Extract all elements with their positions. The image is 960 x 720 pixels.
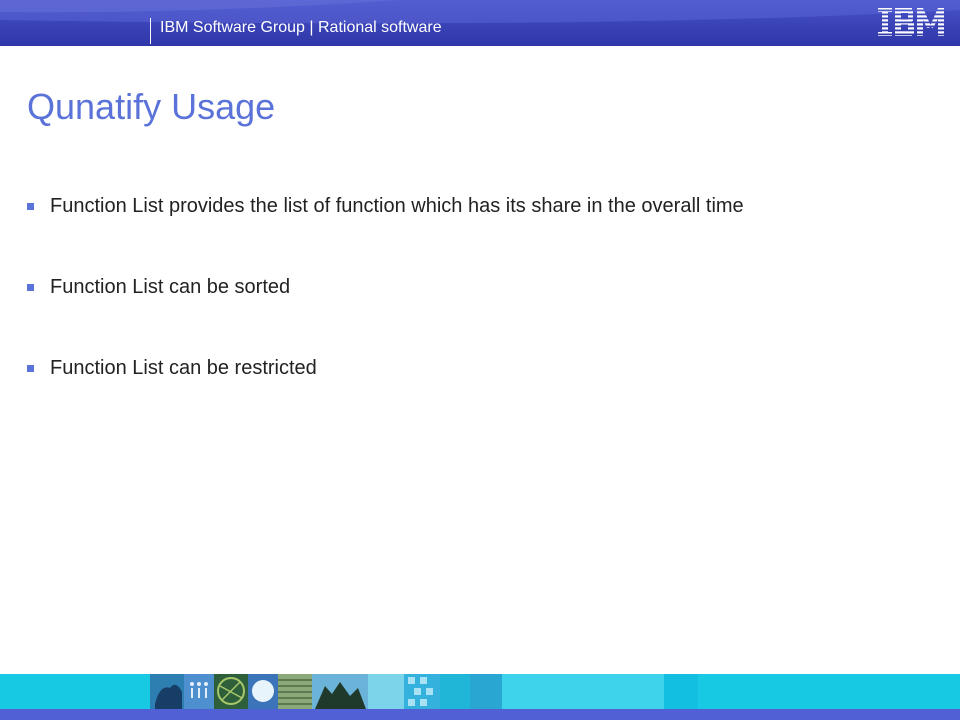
tile-icon [502,674,664,709]
ibm-logo [876,6,946,38]
tile-icon [440,674,470,709]
footer-decorative-images [150,674,698,709]
bullet-text: Function List can be sorted [50,275,291,298]
header-swoosh [0,0,960,24]
bullet-item: Function List can be sorted [27,274,290,300]
header-divider [150,18,151,44]
bullet-square-icon [27,202,34,210]
slide-title: Qunatify Usage [27,86,276,127]
bullet-item: Function List provides the list of funct… [27,193,744,219]
blank-tile-icon [368,674,404,709]
bullet-square-icon [27,364,34,372]
footer-bar [0,709,960,720]
ibm-logo-label [876,6,946,38]
header-title: IBM Software Group | Rational software [160,19,442,36]
bullet-text: Function List can be restricted [50,356,317,379]
tile-icon [470,674,502,709]
bullet-square-icon [27,283,34,291]
bullet-item: Function List can be restricted [27,355,317,381]
header-banner: IBM Software Group | Rational software [0,0,960,46]
bullet-text: Function List provides the list of funct… [50,194,744,217]
tile-icon [664,674,698,709]
